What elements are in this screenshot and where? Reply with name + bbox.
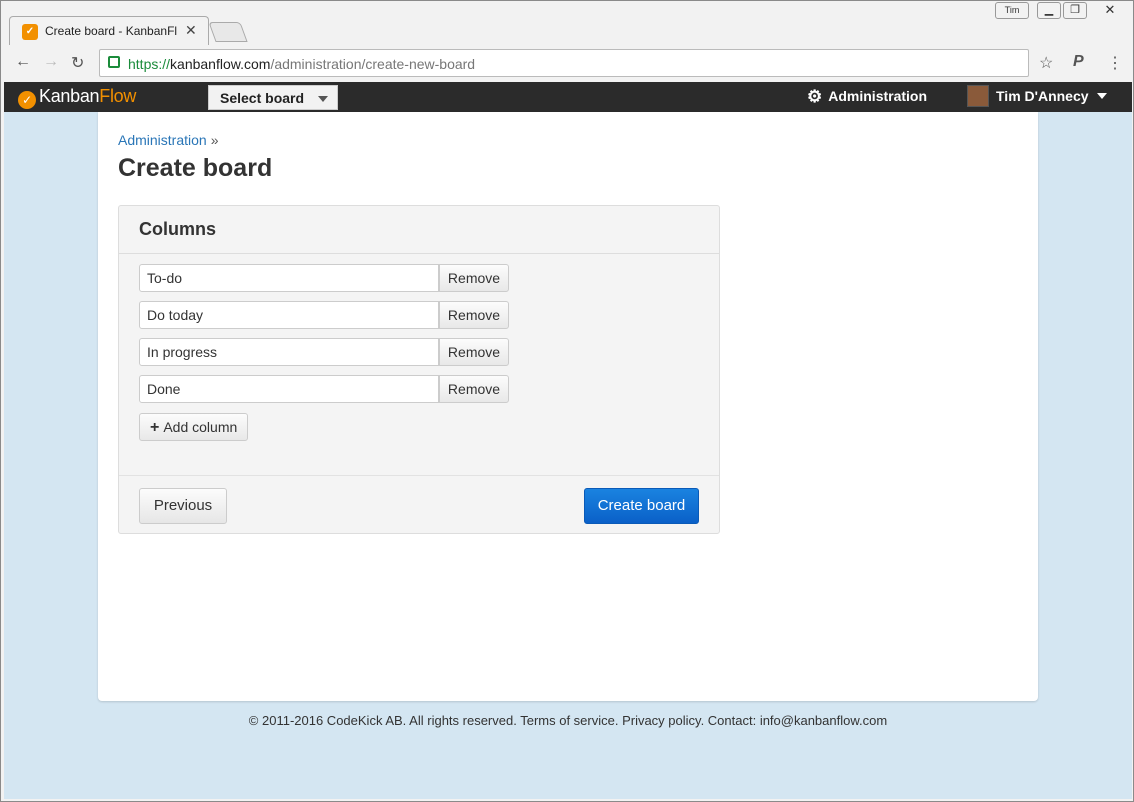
lock-icon xyxy=(108,56,120,68)
reload-icon[interactable]: ↻ xyxy=(71,53,84,73)
columns-heading: Columns xyxy=(139,219,217,239)
page-footer: © 2011-2016 CodeKick AB. All rights rese… xyxy=(248,713,888,728)
tab-strip: ✓ Create board - KanbanFl ✕ Tim ▁ ❐ ✕ xyxy=(1,1,1133,46)
remove-column-button[interactable]: Remove xyxy=(439,264,509,292)
page-title: Create board xyxy=(118,154,273,182)
columns-panel-header: Columns xyxy=(119,206,719,254)
gear-icon: ⚙ xyxy=(807,87,823,106)
browser-tab[interactable]: ✓ Create board - KanbanFl ✕ xyxy=(9,16,209,46)
breadcrumb: Administration» xyxy=(118,132,219,148)
remove-column-button[interactable]: Remove xyxy=(439,338,509,366)
column-name-input[interactable] xyxy=(139,301,439,329)
board-select-label: Select board xyxy=(220,90,305,106)
browser-window: ✓ Create board - KanbanFl ✕ Tim ▁ ❐ ✕ ← … xyxy=(0,0,1134,802)
bookmark-star-icon[interactable]: ☆ xyxy=(1039,53,1053,73)
app-header: ✓ KanbanFlow Select board ⚙ Administration… xyxy=(4,82,1132,112)
url-host: kanbanflow.com xyxy=(170,56,271,72)
browser-menu-icon[interactable]: ⋮ xyxy=(1107,53,1123,73)
page-viewport: ✓ KanbanFlow Select board ⚙ Administration… xyxy=(4,82,1132,799)
url-path: /administration/create-new-board xyxy=(270,56,476,72)
logo-kanban-text: Kanban xyxy=(39,86,100,106)
kanbanflow-logo[interactable]: ✓ KanbanFlow xyxy=(18,86,136,109)
remove-column-button[interactable]: Remove xyxy=(439,375,509,403)
back-arrow-icon[interactable]: ← xyxy=(15,53,31,71)
user-menu[interactable]: Tim D'Annecy xyxy=(967,85,1107,107)
administration-label: Administration xyxy=(828,88,928,104)
create-board-button[interactable]: Create board xyxy=(584,488,699,524)
chevron-down-icon xyxy=(318,96,328,102)
chevron-down-icon xyxy=(1096,93,1107,99)
tab-close-icon[interactable]: ✕ xyxy=(185,22,197,39)
administration-link[interactable]: ⚙ Administration xyxy=(807,87,927,107)
browser-toolbar: ← → ↻ https://kanbanflow.com/administrat… xyxy=(1,45,1133,81)
column-row: Remove xyxy=(139,375,511,403)
window-user-button[interactable]: Tim xyxy=(995,2,1029,19)
kanbanflow-favicon-icon: ✓ xyxy=(22,24,38,40)
extension-p-icon[interactable]: P xyxy=(1073,53,1084,71)
main-content: Administration» Create board Columns Rem… xyxy=(98,112,1038,701)
add-column-button[interactable]: + Add column xyxy=(139,413,248,441)
column-row: Remove xyxy=(139,338,511,366)
column-name-input[interactable] xyxy=(139,338,439,366)
board-select-dropdown[interactable]: Select board xyxy=(208,85,338,110)
breadcrumb-separator: » xyxy=(210,132,219,148)
columns-panel: Columns Remove Remove Remove Remove xyxy=(118,205,720,534)
plus-icon: + xyxy=(150,419,160,436)
user-name: Tim D'Annecy xyxy=(996,88,1089,104)
kanbanflow-logo-icon: ✓ xyxy=(18,91,36,109)
maximize-button[interactable]: ❐ xyxy=(1063,2,1087,19)
column-row: Remove xyxy=(139,264,511,292)
address-bar[interactable]: https://kanbanflow.com/administration/cr… xyxy=(99,49,1029,77)
columns-panel-footer: Previous Create board xyxy=(119,475,719,533)
add-column-label: Add column xyxy=(163,419,238,435)
avatar xyxy=(967,85,989,107)
forward-arrow-icon[interactable]: → xyxy=(43,53,59,71)
new-tab-button[interactable] xyxy=(208,22,248,42)
window-close-button[interactable]: ✕ xyxy=(1091,2,1129,19)
column-name-input[interactable] xyxy=(139,375,439,403)
url-text: https://kanbanflow.com/administration/cr… xyxy=(128,56,475,72)
previous-button[interactable]: Previous xyxy=(139,488,227,524)
minimize-button[interactable]: ▁ xyxy=(1037,2,1061,19)
url-protocol: https:// xyxy=(128,56,171,72)
remove-column-button[interactable]: Remove xyxy=(439,301,509,329)
tab-title: Create board - KanbanFl xyxy=(45,24,178,38)
logo-flow-text: Flow xyxy=(99,86,137,106)
column-name-input[interactable] xyxy=(139,264,439,292)
breadcrumb-administration-link[interactable]: Administration xyxy=(118,132,207,148)
column-row: Remove xyxy=(139,301,511,329)
